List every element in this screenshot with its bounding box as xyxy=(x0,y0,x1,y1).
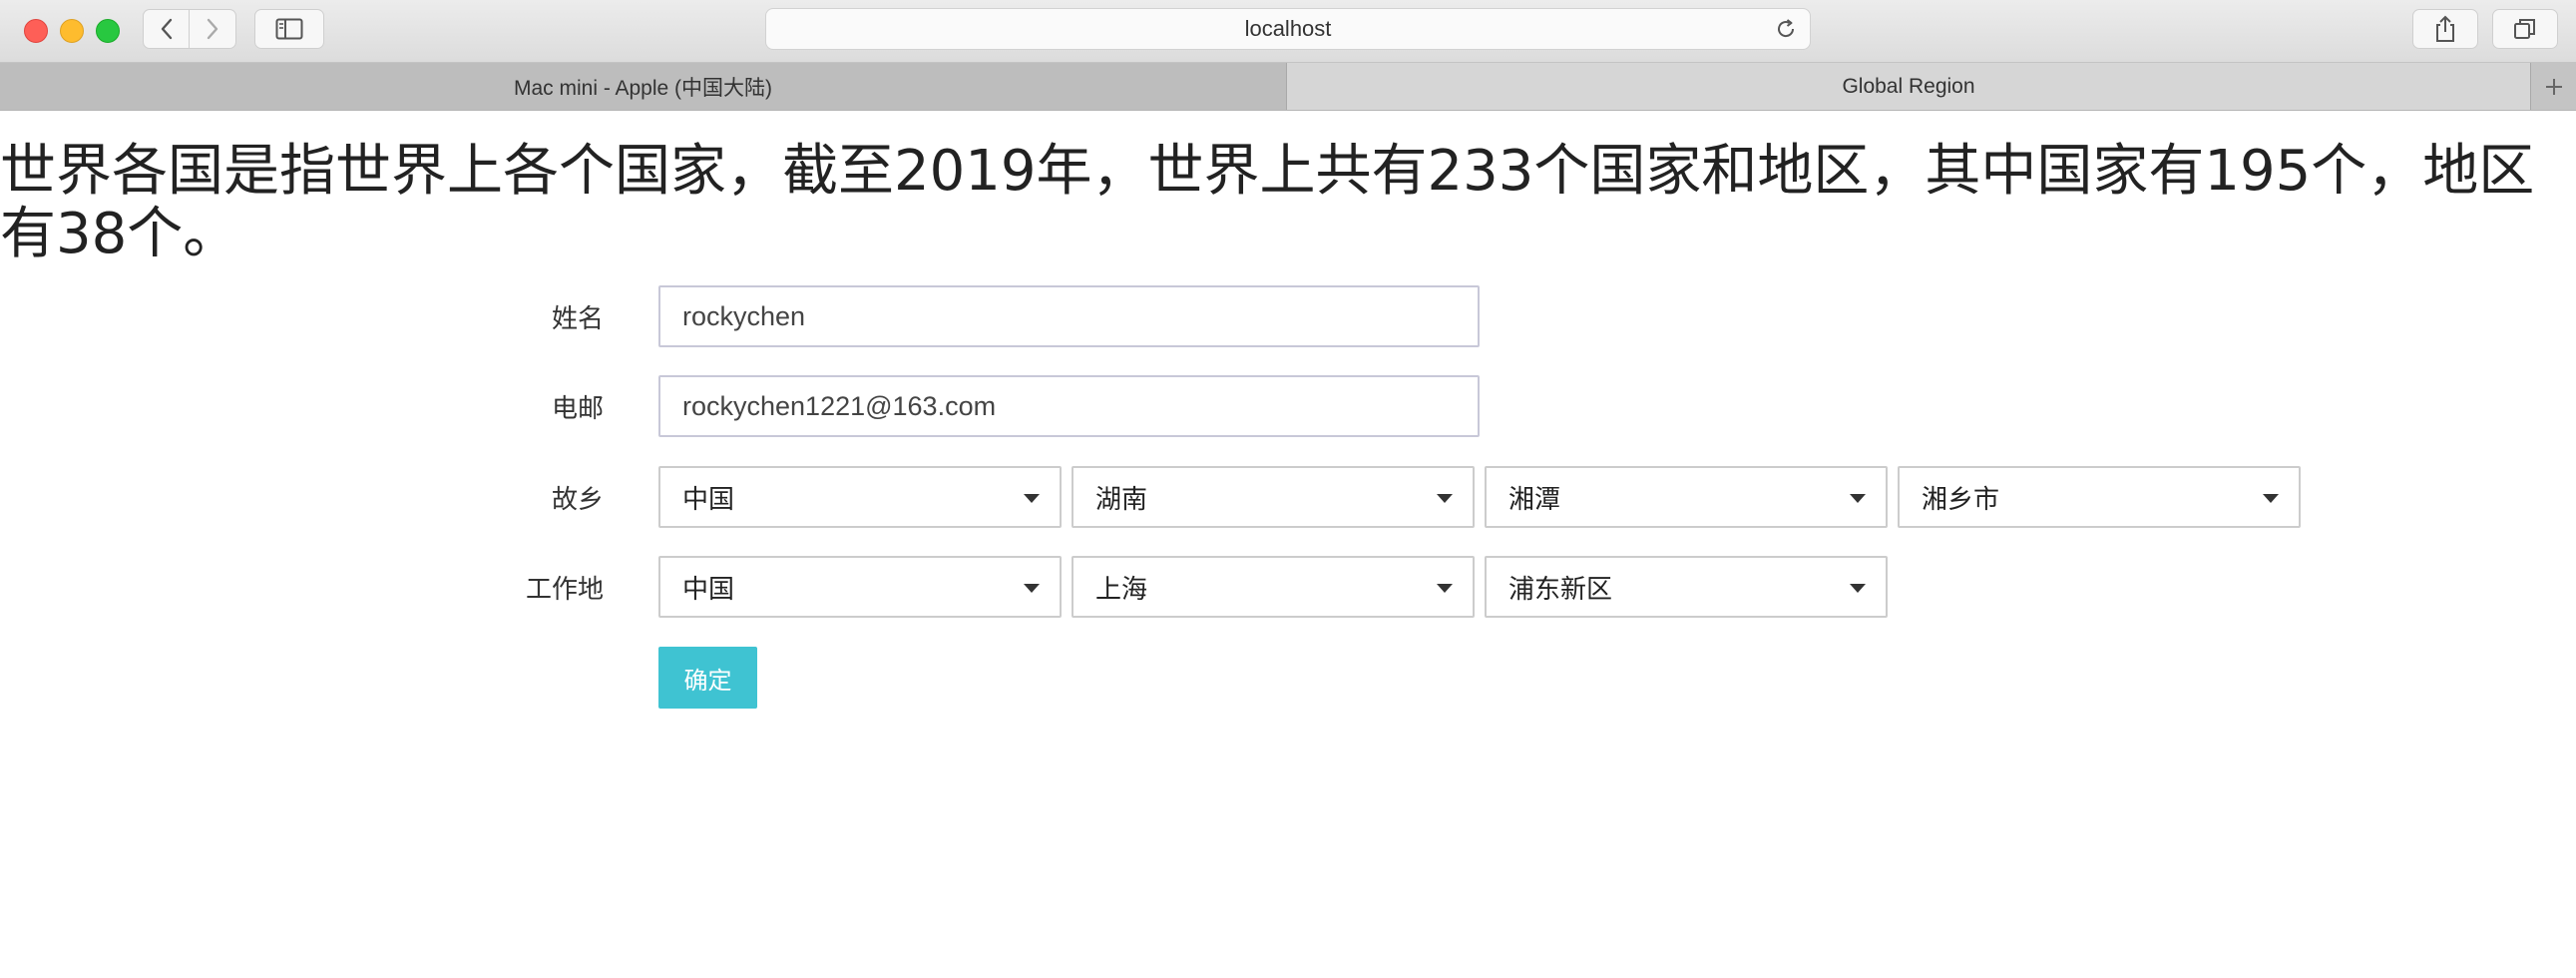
tab-mac-mini[interactable]: Mac mini - Apple (中国大陆) xyxy=(0,63,1287,110)
hometown-county-select[interactable]: 湘乡市 xyxy=(1898,466,2301,528)
maximize-window-button[interactable] xyxy=(96,19,120,43)
name-label: 姓名 xyxy=(551,303,604,334)
form-row-hometown: 故乡 中国 湖南 湘潭 湘乡市 xyxy=(0,466,2576,528)
hometown-label: 故乡 xyxy=(551,484,604,515)
name-input[interactable]: rockychen xyxy=(658,285,1480,347)
workplace-province-value: 上海 xyxy=(1095,574,1148,605)
sidebar-icon xyxy=(275,18,303,40)
back-button[interactable] xyxy=(143,9,190,49)
hometown-city-value: 湘潭 xyxy=(1508,484,1561,515)
hometown-county-value: 湘乡市 xyxy=(1922,484,2000,515)
workplace-country-value: 中国 xyxy=(682,574,735,605)
hometown-city-select[interactable]: 湘潭 xyxy=(1485,466,1888,528)
address-bar[interactable]: localhost xyxy=(765,8,1811,50)
chevron-left-icon xyxy=(161,18,172,40)
workplace-district-select[interactable]: 浦东新区 xyxy=(1485,556,1888,618)
hometown-country-select[interactable]: 中国 xyxy=(658,466,1062,528)
hometown-country-value: 中国 xyxy=(682,484,735,515)
page-heading: 世界各国是指世界上各个国家，截至2019年，世界上共有233个国家和地区，其中国… xyxy=(0,139,2535,266)
form-row-workplace: 工作地 中国 上海 浦东新区 xyxy=(0,556,2576,618)
form-row-name: 姓名 rockychen xyxy=(0,285,2576,347)
submit-button[interactable]: 确定 xyxy=(658,647,757,709)
email-input[interactable]: rockychen1221@163.com xyxy=(658,375,1480,437)
reload-icon[interactable] xyxy=(1774,17,1798,47)
sidebar-toggle-button[interactable] xyxy=(254,9,324,49)
show-tabs-button[interactable] xyxy=(2492,9,2558,49)
dropdown-caret-icon xyxy=(1850,494,1866,503)
window-titlebar: localhost xyxy=(0,0,2576,63)
hometown-province-select[interactable]: 湖南 xyxy=(1072,466,1475,528)
tab-bar: Mac mini - Apple (中国大陆) Global Region xyxy=(0,63,2576,111)
dropdown-caret-icon xyxy=(2263,494,2279,503)
close-window-button[interactable] xyxy=(24,19,48,43)
workplace-country-select[interactable]: 中国 xyxy=(658,556,1062,618)
address-text: localhost xyxy=(1244,16,1332,41)
form-row-email: 电邮 rockychen1221@163.com xyxy=(0,375,2576,437)
dropdown-caret-icon xyxy=(1024,494,1040,503)
dropdown-caret-icon xyxy=(1437,494,1453,503)
tab-global-region[interactable]: Global Region xyxy=(1287,63,2530,110)
workplace-province-select[interactable]: 上海 xyxy=(1072,556,1475,618)
email-input-value: rockychen1221@163.com xyxy=(682,390,997,421)
name-input-value: rockychen xyxy=(682,300,806,331)
email-label: 电邮 xyxy=(551,393,604,424)
hometown-province-value: 湖南 xyxy=(1095,484,1148,515)
plus-icon xyxy=(2545,78,2562,95)
forward-button[interactable] xyxy=(190,9,236,49)
tabs-overview-icon xyxy=(2514,19,2535,39)
dropdown-caret-icon xyxy=(1850,584,1866,593)
workplace-district-value: 浦东新区 xyxy=(1508,574,1613,605)
new-tab-button[interactable] xyxy=(2530,63,2576,110)
minimize-window-button[interactable] xyxy=(60,19,84,43)
dropdown-caret-icon xyxy=(1024,584,1040,593)
dropdown-caret-icon xyxy=(1437,584,1453,593)
chevron-right-icon xyxy=(207,18,218,40)
share-icon xyxy=(2436,15,2454,42)
share-button[interactable] xyxy=(2412,9,2478,49)
workplace-label: 工作地 xyxy=(525,574,604,605)
